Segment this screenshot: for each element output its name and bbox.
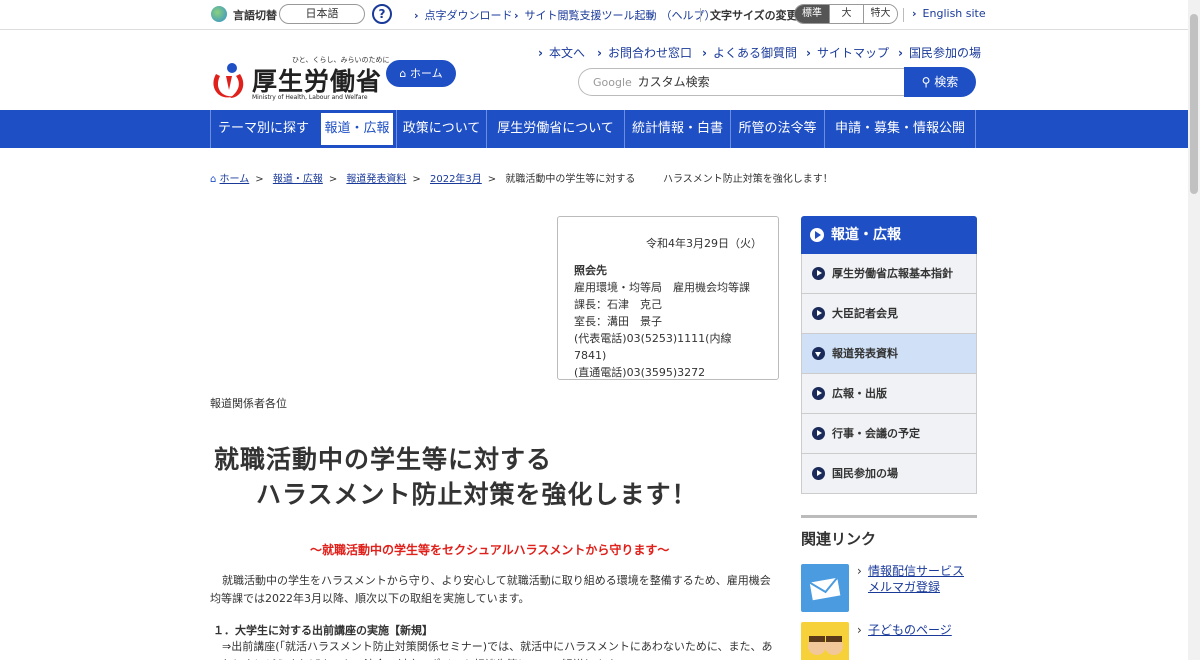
search-input[interactable]: Google カスタム検索 [578,68,906,96]
font-size-large-button[interactable]: 大 [829,5,863,23]
english-site-link[interactable]: English site [912,7,986,20]
reader-tool-link[interactable]: サイト閲覧支援ツール起動 [514,7,657,23]
kids-page-label: 子どものページ [868,623,952,637]
side-item-label: 広報・出版 [832,387,887,400]
search-placeholder: カスタム検索 [637,75,710,89]
contact-heading: 照会先 [574,264,607,277]
search-button-label: 検索 [934,75,959,89]
search-button[interactable]: ⚲ 検索 [904,67,976,97]
font-size-label: 文字サイズの変更 [710,9,798,22]
language-select[interactable]: 日本語 [279,4,365,24]
home-button[interactable]: ⌂ ホーム [386,60,456,87]
page-title-line2: ハラスメント防止対策を強化します！ [256,480,698,509]
logo-english: Ministry of Health, Labour and Welfare [252,94,368,101]
nav-themes[interactable]: テーマ別に探す [210,110,316,148]
global-nav: テーマ別に探す 報道・広報 政策について 厚生労働省について 統計情報・白書 所… [0,110,1188,148]
kids-page-icon[interactable] [801,622,849,660]
font-size-group: 標準 大 特大 [794,4,898,24]
braille-download-link[interactable]: 点字ダウンロード [414,7,513,23]
page-title-line1: 就職活動中の学生等に対する [214,445,553,474]
side-nav-heading[interactable]: 報道・広報 [801,216,977,254]
addressee: 報道関係者各位 [210,397,287,410]
arrow-right-icon [812,387,825,400]
participation-link[interactable]: 国民参加の場 [898,44,981,61]
breadcrumb-month[interactable]: 2022年3月 [430,174,482,185]
subtitle: ～就職活動中の学生等をセクシュアルハラスメントから守ります～ [310,543,670,557]
scrollbar[interactable] [1188,0,1200,660]
divider [903,8,904,22]
arrow-right-icon [812,307,825,320]
side-item-pr-policy[interactable]: 厚生労働省広報基本指針 [801,254,977,294]
side-item-label: 行事・会議の予定 [832,427,920,440]
press-contact-box: 令和4年3月29日（火） 照会先 雇用環境・均等局 雇用機会均等課 課長：石津 … [557,216,779,380]
nav-statistics[interactable]: 統計情報・白書 [624,110,730,148]
section1-heading: １．大学生に対する出前講座の実施【新規】 [213,624,433,637]
side-item-label: 厚生労働省広報基本指針 [832,267,953,280]
contact-tel-direct: (直通電話)03(3595)3272 [574,366,706,379]
side-item-participation[interactable]: 国民参加の場 [801,454,977,494]
help-icon[interactable]: ? [372,4,392,24]
side-item-publications[interactable]: 広報・出版 [801,374,977,414]
divider [700,8,701,22]
language-label: 言語切替 [233,9,277,22]
mail-magazine-link[interactable]: 情報配信サービスメルマガ登録 [857,563,972,595]
side-item-label: 大臣記者会見 [832,307,898,320]
side-item-press-conference[interactable]: 大臣記者会見 [801,294,977,334]
utility-bar: 言語切替 日本語 ? 点字ダウンロード サイト閲覧支援ツール起動 （ヘルプ） 文… [0,0,1188,30]
release-date: 令和4年3月29日（火） [646,237,762,250]
faq-link[interactable]: よくある御質問 [702,44,797,61]
font-size-standard-button[interactable]: 標準 [795,5,829,23]
side-item-press-releases[interactable]: 報道発表資料 [801,334,977,374]
mail-magazine-icon[interactable] [801,564,849,612]
breadcrumb-current: 就職活動中の学生等に対する [505,174,636,185]
arrow-down-icon [812,347,825,360]
home-icon: ⌂ [210,174,217,185]
font-size-xlarge-button[interactable]: 特大 [863,5,897,23]
arrow-right-icon [812,427,825,440]
contact-chief: 課長：石津 克己 [574,298,662,311]
globe-icon [211,6,227,22]
arrow-right-icon [812,267,825,280]
breadcrumb-current-tail: ハラスメント防止対策を強化します！ [663,174,833,185]
help-link-label: （ヘルプ） [660,9,716,22]
sitemap-link[interactable]: サイトマップ [806,44,889,61]
related-links-heading: 関連リンク [801,530,877,548]
nav-press[interactable]: 報道・広報 [318,110,396,148]
nav-about[interactable]: 厚生労働省について [486,110,624,148]
nav-applications[interactable]: 申請・募集・情報公開 [824,110,976,148]
breadcrumb: ⌂ ホーム > 報道・広報 > 報道発表資料 > 2022年3月 > 就職活動中の学生等… [210,174,636,185]
intro-paragraph: 就職活動中の学生をハラスメントから守り、より安心して就職活動に取り組める環境を整… [210,574,771,605]
skip-to-content-link[interactable]: 本文へ [538,44,585,61]
arrow-right-icon [812,467,825,480]
side-item-label: 報道発表資料 [832,347,898,360]
help-link[interactable]: （ヘルプ） [650,7,716,23]
contact-link[interactable]: お問合わせ窓口 [597,44,692,61]
site-logo[interactable]: 厚生労働省 [252,62,382,98]
breadcrumb-press[interactable]: 報道・広報 [273,174,323,185]
breadcrumb-home[interactable]: ホーム [220,174,250,185]
contact-department: 雇用環境・均等局 雇用機会均等課 [574,281,750,294]
mail-magazine-label: 情報配信サービスメルマガ登録 [868,564,965,594]
kids-page-link[interactable]: 子どものページ [857,622,972,638]
home-button-label: ホーム [409,67,443,80]
contact-head: 室長：溝田 景子 [574,315,662,328]
side-item-label: 国民参加の場 [832,467,898,480]
google-label: Google [593,76,632,89]
breadcrumb-releases[interactable]: 報道発表資料 [346,174,406,185]
mhlw-logo-icon [213,63,244,98]
contact-tel-main: (代表電話)03(5253)1111(内線7841) [574,332,732,362]
scrollbar-thumb[interactable] [1190,14,1198,194]
nav-laws[interactable]: 所管の法令等 [730,110,824,148]
nav-policy[interactable]: 政策について [396,110,486,148]
side-item-events[interactable]: 行事・会議の予定 [801,414,977,454]
section1-body: ⇒出前講座(「就活ハラスメント防止対策関係セミナー)では、就活中にハラスメントに… [210,640,773,660]
divider [801,515,977,518]
search-icon: ⚲ [921,75,931,89]
